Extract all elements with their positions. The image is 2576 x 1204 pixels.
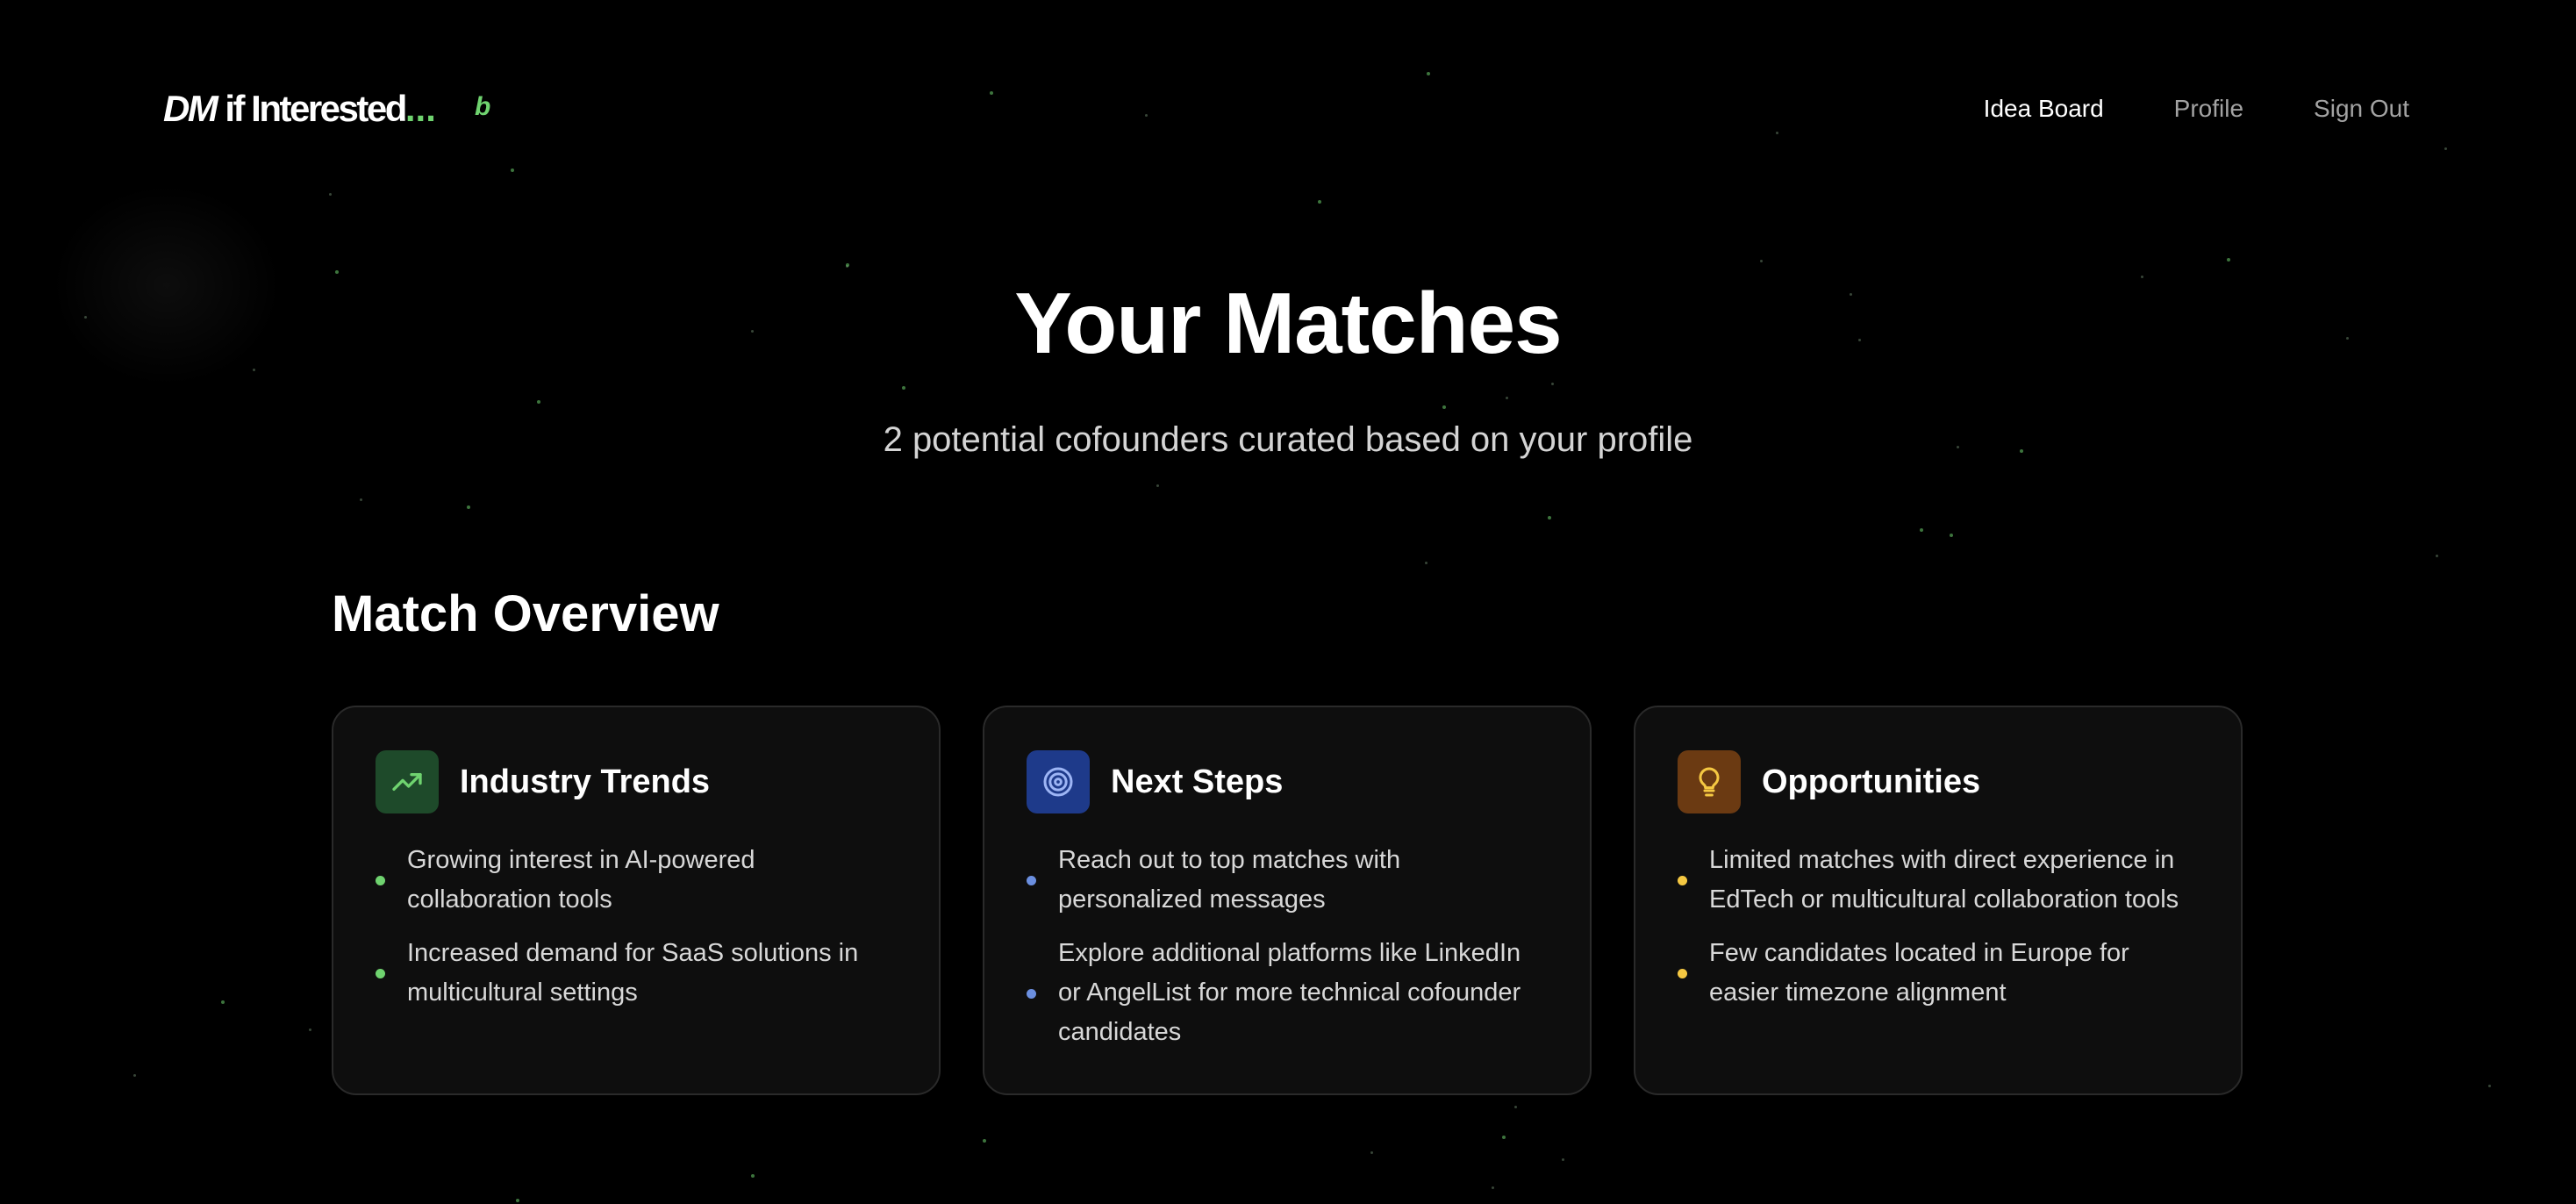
logo-text: if Interested [225, 88, 407, 129]
overview-cards: Industry Trends Growing interest in AI-p… [332, 706, 2243, 1095]
page-title: Your Matches [1014, 275, 1562, 371]
bullet-dot [376, 876, 385, 885]
nav-link-sign-out[interactable]: Sign Out [2314, 91, 2409, 126]
trending-up-icon [376, 750, 439, 813]
star [1950, 534, 1953, 537]
bullet-dot [376, 969, 385, 978]
star [1492, 1186, 1494, 1189]
card-industry-trends: Industry Trends Growing interest in AI-p… [332, 706, 941, 1095]
logo-badge-icon: b [475, 92, 491, 121]
star [751, 1174, 755, 1178]
bullet-dot [1678, 969, 1687, 978]
main-nav: Idea Board Profile Sign Out [1984, 91, 2409, 126]
card-opportunities: Opportunities Limited matches with direc… [1634, 706, 2243, 1095]
section-title: Match Overview [332, 585, 719, 642]
nav-link-idea-board[interactable]: Idea Board [1984, 91, 2104, 126]
card-next-steps: Next Steps Reach out to top matches with… [983, 706, 1592, 1095]
list-item-text: Growing interest in AI-powered collabora… [407, 846, 755, 914]
list-item: Few candidates located in Europe for eas… [1678, 934, 2199, 1013]
list-item: Increased demand for SaaS solutions in m… [376, 934, 897, 1013]
star [309, 1028, 311, 1031]
star [467, 505, 470, 509]
star [133, 1074, 136, 1077]
target-icon [1027, 750, 1090, 813]
logo[interactable]: DM if Interested ... [163, 84, 436, 133]
star [846, 263, 849, 267]
card-title: Industry Trends [460, 763, 711, 800]
site-header: DM if Interested ... b Idea Board Profil… [0, 0, 2576, 219]
list-item-text: Limited matches with direct experience i… [1709, 846, 2179, 914]
card-list: Reach out to top matches with personaliz… [1027, 841, 1548, 1052]
card-header: Opportunities [1678, 749, 2199, 814]
star [2488, 1085, 2491, 1087]
list-item-text: Increased demand for SaaS solutions in m… [407, 939, 859, 1007]
star [1370, 1151, 1373, 1154]
card-header: Next Steps [1027, 749, 1548, 814]
logo-dots: ... [404, 88, 436, 129]
lightbulb-icon [1678, 750, 1741, 813]
card-list: Growing interest in AI-powered collabora… [376, 841, 897, 1013]
logo-prefix: DM [163, 88, 218, 129]
bullet-dot [1678, 876, 1687, 885]
star [360, 498, 362, 501]
card-list: Limited matches with direct experience i… [1678, 841, 2199, 1013]
card-title: Opportunities [1762, 763, 1981, 800]
star [1156, 484, 1159, 487]
list-item-text: Reach out to top matches with personaliz… [1058, 846, 1401, 914]
hero-section: Your Matches 2 potential cofounders cura… [0, 272, 2576, 462]
star [1562, 1158, 1564, 1161]
star [1920, 528, 1923, 532]
list-item: Limited matches with direct experience i… [1678, 841, 2199, 920]
star [1425, 562, 1428, 564]
list-item: Explore additional platforms like Linked… [1027, 934, 1548, 1052]
star [516, 1199, 519, 1202]
list-item-text: Few candidates located in Europe for eas… [1709, 939, 2129, 1007]
page: DM if Interested ... b Idea Board Profil… [0, 0, 2576, 1204]
list-item-text: Explore additional platforms like Linked… [1058, 939, 1521, 1046]
star [1548, 516, 1551, 520]
nav-link-profile[interactable]: Profile [2174, 91, 2243, 126]
star [1502, 1136, 1506, 1139]
star [221, 1000, 225, 1004]
star [1514, 1106, 1517, 1108]
star [1760, 260, 1763, 262]
star [2227, 258, 2230, 262]
page-subtitle: 2 potential cofounders curated based on … [883, 420, 1693, 459]
card-header: Industry Trends [376, 749, 897, 814]
card-title: Next Steps [1111, 763, 1284, 800]
star [983, 1139, 986, 1143]
list-item: Reach out to top matches with personaliz… [1027, 841, 1548, 920]
bullet-dot [1027, 876, 1036, 885]
bullet-dot [1027, 988, 1036, 999]
star [2436, 555, 2438, 557]
list-item: Growing interest in AI-powered collabora… [376, 841, 897, 920]
